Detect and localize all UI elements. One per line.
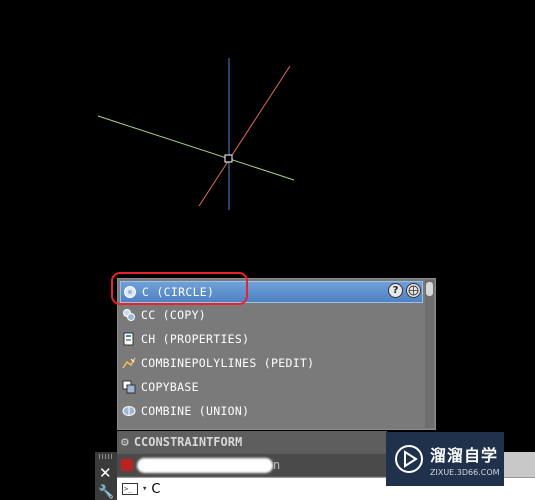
union-icon <box>122 404 136 418</box>
suggestion-item-copybase[interactable]: COPYBASE <box>120 376 423 398</box>
suggestion-label: CH (PROPERTIES) <box>141 332 250 346</box>
suggestion-item-pedit[interactable]: COMBINEPOLYLINES (PEDIT) <box>120 352 423 374</box>
copybase-icon <box>122 380 136 394</box>
command-prompt-icon[interactable]: >_ <box>122 483 138 495</box>
suggestion-label: COMBINEPOLYLINES (PEDIT) <box>141 356 315 370</box>
close-icon[interactable]: ✕ <box>99 464 112 482</box>
suggestion-item-copy[interactable]: CC (COPY) <box>120 304 423 326</box>
suggestion-actions: ? <box>388 283 421 298</box>
suggestion-label: COMBINE (UNION) <box>141 404 250 418</box>
copy-icon <box>122 308 136 322</box>
chevron-down-icon[interactable]: ▾ <box>142 484 147 494</box>
watermark-title: 溜溜自学 <box>430 445 499 465</box>
suggestion-scrollbar[interactable] <box>425 280 434 428</box>
redacted-text <box>137 458 273 473</box>
suggestion-item-properties[interactable]: CH (PROPERTIES) <box>120 328 423 350</box>
command-input[interactable] <box>151 481 352 497</box>
suggestion-label: CC (COPY) <box>141 308 207 322</box>
help-icon[interactable]: ? <box>388 283 403 298</box>
history-line: n <box>117 454 387 476</box>
gear-icon: ⚙ <box>121 434 129 450</box>
suggestion-item-union[interactable]: COMBINE (UNION) <box>120 400 423 422</box>
command-line-grip[interactable]: ✕ 🔧 <box>95 452 117 500</box>
history-text: CCONSTRAINTFORM <box>133 435 243 449</box>
annotation-highlight-circle <box>111 272 248 305</box>
axis-line-green <box>97 115 295 181</box>
watermark-badge: 溜溜自学 ZIXUE.3D66.COM <box>386 432 504 486</box>
suggestion-label: COPYBASE <box>141 380 199 394</box>
command-icon <box>121 459 133 471</box>
play-logo-icon <box>394 444 424 474</box>
scrollbar-thumb[interactable] <box>426 282 433 296</box>
ucs-origin-marker <box>224 154 233 163</box>
command-history: ⚙ CCONSTRAINTFORM n <box>117 431 387 477</box>
wrench-icon[interactable]: 🔧 <box>98 485 114 500</box>
properties-icon <box>122 332 136 346</box>
web-search-icon[interactable] <box>406 283 421 298</box>
pedit-icon <box>122 356 136 370</box>
drag-handle-icon[interactable] <box>99 454 113 459</box>
axis-line-orange <box>198 65 291 207</box>
history-text: n <box>273 458 281 472</box>
history-line: ⚙ CCONSTRAINTFORM <box>117 431 387 453</box>
watermark-url: ZIXUE.3D66.COM <box>430 467 500 477</box>
